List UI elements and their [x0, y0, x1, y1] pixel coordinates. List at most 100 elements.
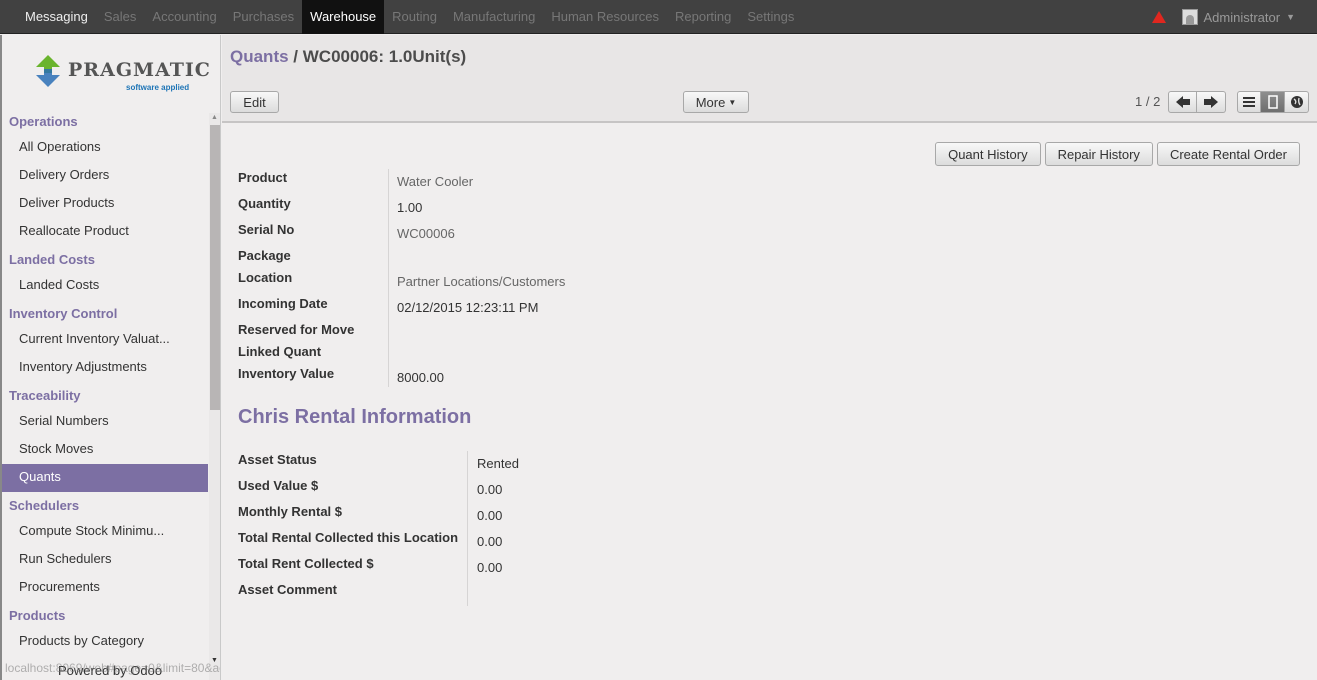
- globe-icon: [1290, 96, 1303, 108]
- field-value: 0.00: [477, 560, 503, 575]
- sidebar-item-stock-moves[interactable]: Stock Moves: [2, 436, 208, 464]
- caret-down-icon: ▼: [728, 97, 737, 107]
- sidebar-item-products-by-category[interactable]: Products by Category: [2, 628, 208, 656]
- scrollbar-thumb[interactable]: [210, 125, 220, 410]
- more-label: More: [695, 94, 726, 110]
- user-name[interactable]: Administrator: [1204, 10, 1281, 25]
- sidebar: PRAGMATIC software applied Operations Al…: [0, 35, 221, 680]
- menu-warehouse[interactable]: Warehouse: [302, 0, 385, 34]
- top-navbar: Messaging Sales Accounting Purchases War…: [0, 0, 1317, 34]
- company-logo[interactable]: PRAGMATIC software applied: [30, 49, 210, 99]
- field-label: Linked Quant: [238, 344, 322, 359]
- sidebar-section-inventory-control: Inventory Control: [9, 306, 118, 321]
- sidebar-section-schedulers: Schedulers: [9, 498, 80, 513]
- menu-accounting[interactable]: Accounting: [144, 0, 224, 34]
- map-view-button[interactable]: [1285, 91, 1309, 113]
- status-url: localhost:8069/web#page=0&limit=80&actio…: [5, 661, 221, 675]
- sidebar-item-compute-stock-minimum[interactable]: Compute Stock Minimu...: [2, 518, 208, 546]
- form-sheet: Quant History Repair History Create Rent…: [222, 125, 1317, 680]
- menu-human-resources[interactable]: Human Resources: [543, 0, 667, 34]
- field-label: Total Rent Collected $: [238, 556, 374, 571]
- field-label: Inventory Value: [238, 366, 335, 381]
- menu-reporting[interactable]: Reporting: [667, 0, 739, 34]
- user-area: Administrator ▼: [1151, 0, 1295, 34]
- field-label: Asset Status: [238, 452, 317, 467]
- alert-icon[interactable]: [1151, 11, 1166, 23]
- field-label: Asset Comment: [238, 582, 337, 597]
- sidebar-item-quants[interactable]: Quants: [2, 464, 208, 492]
- serial-link[interactable]: WC00006: [397, 226, 455, 241]
- field-label: Quantity: [238, 196, 291, 211]
- previous-record-button[interactable]: [1168, 91, 1197, 113]
- repair-history-button[interactable]: Repair History: [1044, 142, 1153, 166]
- menu-sales[interactable]: Sales: [96, 0, 145, 34]
- field-label: Incoming Date: [238, 296, 328, 311]
- sidebar-item-procurements[interactable]: Procurements: [2, 574, 208, 602]
- list-view-button[interactable]: [1237, 91, 1261, 113]
- pager-counter[interactable]: 1 / 2: [1135, 94, 1160, 109]
- sidebar-section-landed-costs: Landed Costs: [9, 252, 95, 267]
- field-label: Used Value $: [238, 478, 319, 493]
- field-label: Serial No: [238, 222, 295, 237]
- arrow-left-icon: [1175, 96, 1190, 108]
- field-value: 02/12/2015 12:23:11 PM: [397, 300, 539, 315]
- view-switcher: [1237, 91, 1309, 113]
- chevron-down-icon[interactable]: ▼: [1286, 12, 1295, 22]
- sidebar-nav: Operations All Operations Delivery Order…: [2, 108, 208, 656]
- sidebar-item-delivery-orders[interactable]: Delivery Orders: [2, 162, 208, 190]
- rental-section-title: Chris Rental Information: [238, 406, 472, 428]
- field-label: Total Rental Collected this Location: [238, 530, 459, 545]
- menu-routing[interactable]: Routing: [384, 0, 445, 34]
- field-value: 1.00: [397, 200, 423, 215]
- edit-button[interactable]: Edit: [230, 91, 279, 113]
- field-label: Location: [238, 270, 293, 285]
- logo-text: PRAGMATIC: [68, 59, 211, 81]
- field-value: 8000.00: [397, 370, 444, 385]
- field-separator: [467, 451, 468, 606]
- top-menu: Messaging Sales Accounting Purchases War…: [17, 0, 802, 34]
- sidebar-item-serial-numbers[interactable]: Serial Numbers: [2, 408, 208, 436]
- form-view-button[interactable]: [1261, 91, 1285, 113]
- field-value: 0.00: [477, 482, 503, 497]
- product-link[interactable]: Water Cooler: [397, 174, 473, 189]
- more-dropdown-button[interactable]: More ▼: [683, 91, 749, 113]
- sidebar-section-traceability: Traceability: [9, 388, 81, 403]
- sidebar-item-deliver-products[interactable]: Deliver Products: [2, 190, 208, 218]
- menu-messaging[interactable]: Messaging: [17, 0, 96, 34]
- menu-settings[interactable]: Settings: [739, 0, 802, 34]
- main-content: Quants / WC00006: 1.0Unit(s) Edit More ▼…: [222, 35, 1317, 680]
- sidebar-item-all-operations[interactable]: All Operations: [2, 134, 208, 162]
- avatar[interactable]: [1181, 9, 1198, 25]
- arrow-right-icon: [1204, 96, 1218, 108]
- field-separator: [388, 169, 389, 387]
- quant-history-button[interactable]: Quant History: [935, 142, 1041, 166]
- next-record-button[interactable]: [1197, 91, 1226, 113]
- field-value: 0.00: [477, 534, 503, 549]
- menu-purchases[interactable]: Purchases: [225, 0, 302, 34]
- logo-mark-icon: [36, 55, 60, 87]
- menu-manufacturing[interactable]: Manufacturing: [445, 0, 543, 34]
- form-action-buttons: Quant History Repair History Create Rent…: [935, 142, 1300, 166]
- sidebar-section-operations: Operations: [9, 114, 78, 129]
- sidebar-item-inventory-adjustments[interactable]: Inventory Adjustments: [2, 354, 208, 382]
- list-icon: [1243, 97, 1255, 107]
- record-pager: [1168, 91, 1226, 113]
- page-title: WC00006: 1.0Unit(s): [302, 47, 467, 66]
- breadcrumb-separator: /: [293, 47, 299, 66]
- sidebar-item-reallocate-product[interactable]: Reallocate Product: [2, 218, 208, 246]
- field-value: 0.00: [477, 508, 503, 523]
- sidebar-item-inventory-valuation[interactable]: Current Inventory Valuat...: [2, 326, 208, 354]
- sidebar-item-landed-costs[interactable]: Landed Costs: [2, 272, 208, 300]
- field-label: Monthly Rental $: [238, 504, 343, 519]
- field-label: Reserved for Move: [238, 322, 355, 337]
- location-link[interactable]: Partner Locations/Customers: [397, 274, 565, 289]
- breadcrumb-quants-link[interactable]: Quants: [230, 47, 289, 66]
- create-rental-order-button[interactable]: Create Rental Order: [1156, 142, 1300, 166]
- scroll-up-icon[interactable]: ▲: [211, 114, 218, 121]
- sidebar-item-run-schedulers[interactable]: Run Schedulers: [2, 546, 208, 574]
- sidebar-scrollbar[interactable]: ▲ ▼: [209, 113, 220, 680]
- logo-tagline: software applied: [126, 83, 190, 92]
- form-icon: [1267, 95, 1278, 109]
- breadcrumb: Quants / WC00006: 1.0Unit(s): [230, 47, 466, 67]
- field-label: Product: [238, 170, 288, 185]
